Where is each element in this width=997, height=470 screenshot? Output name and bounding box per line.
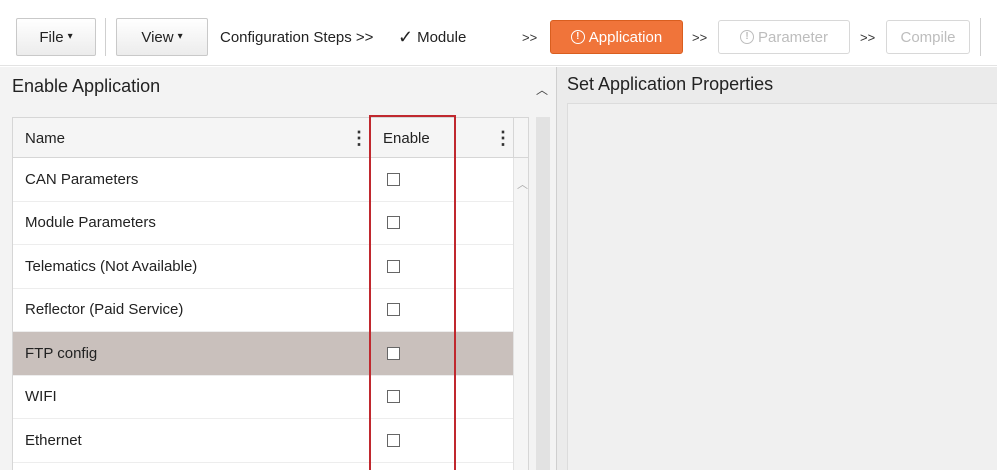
row-name: Ethernet: [25, 431, 82, 449]
step-parameter-button[interactable]: ! Parameter: [718, 20, 850, 54]
column-divider: [513, 118, 514, 158]
application-grid: Name ⋮ Enable ⋮ CAN Parameters Module Par…: [12, 117, 529, 470]
properties-body: [567, 103, 997, 470]
file-menu-button[interactable]: File ▾: [16, 18, 96, 56]
column-menu-icon[interactable]: ⋮: [350, 118, 368, 158]
table-row[interactable]: Telematics (Not Available): [13, 245, 513, 289]
step-arrow: >>: [522, 29, 538, 45]
enable-checkbox[interactable]: [387, 303, 400, 317]
grid-scrollbar[interactable]: ︿: [513, 158, 528, 470]
row-name: Reflector (Paid Service): [25, 301, 184, 319]
enable-checkbox[interactable]: [387, 216, 400, 230]
column-header-name[interactable]: Name: [25, 118, 65, 158]
step-module[interactable]: ✓ Module: [398, 18, 466, 56]
column-menu-icon[interactable]: ⋮: [494, 118, 512, 158]
enable-checkbox[interactable]: [387, 259, 400, 273]
table-row[interactable]: Module Parameters: [13, 202, 513, 245]
view-menu-label: View: [141, 28, 174, 46]
check-icon: ✓: [398, 26, 414, 47]
step-arrow: >>: [860, 29, 876, 45]
file-menu-label: File: [39, 28, 64, 46]
view-menu-button[interactable]: View ▾: [116, 18, 208, 56]
step-application-label: Application: [588, 28, 663, 46]
chevron-down-icon: ▾: [177, 31, 183, 42]
step-compile-label: Compile: [900, 28, 956, 46]
step-compile-button[interactable]: Compile: [886, 20, 970, 54]
column-divider[interactable]: [370, 118, 371, 158]
enable-checkbox[interactable]: [387, 390, 400, 404]
enable-checkbox[interactable]: [387, 172, 400, 186]
application-properties-panel: Set Application Properties: [556, 67, 997, 470]
alert-circle-icon: !: [739, 30, 754, 44]
row-name: WIFI: [25, 388, 57, 406]
table-row[interactable]: Ethernet: [13, 419, 513, 463]
config-steps-label: Configuration Steps >>: [220, 28, 374, 46]
chevron-down-icon: ▾: [67, 31, 73, 42]
enable-checkbox[interactable]: [387, 346, 400, 360]
table-row[interactable]: FTP config: [13, 332, 513, 376]
panel-title: Enable Application: [12, 76, 161, 96]
toolbar: File ▾ View ▾ Configuration Steps >> ✓ M…: [0, 0, 997, 66]
panel-title: Set Application Properties: [567, 74, 774, 94]
toolbar-divider: [980, 18, 981, 56]
step-parameter-label: Parameter: [757, 28, 829, 46]
table-row[interactable]: CAN Parameters: [13, 158, 513, 202]
step-module-label: Module: [417, 28, 467, 46]
grid-rows: CAN Parameters Module Parameters Telematic…: [13, 158, 513, 463]
column-header-enable[interactable]: Enable: [383, 118, 430, 158]
row-name: CAN Parameters: [25, 170, 139, 188]
step-application-button[interactable]: ! Application: [550, 20, 683, 54]
scroll-up-icon[interactable]: ︿: [517, 176, 528, 192]
table-row[interactable]: Reflector (Paid Service): [13, 289, 513, 332]
toolbar-divider: [105, 18, 106, 56]
step-arrow: >>: [692, 29, 708, 45]
chevron-up-icon[interactable]: ︿: [536, 81, 548, 98]
row-name: Telematics (Not Available): [25, 257, 198, 275]
table-row[interactable]: WIFI: [13, 376, 513, 419]
row-name: Module Parameters: [25, 214, 156, 232]
row-name: FTP config: [25, 344, 98, 362]
enable-application-panel: Enable Application ︿ Name ⋮ Enable ⋮ CAN…: [0, 67, 556, 470]
alert-circle-icon: !: [570, 30, 585, 44]
enable-checkbox[interactable]: [387, 433, 400, 447]
grid-header: Name ⋮ Enable ⋮: [13, 118, 528, 158]
panel-scrollbar[interactable]: [536, 117, 550, 470]
